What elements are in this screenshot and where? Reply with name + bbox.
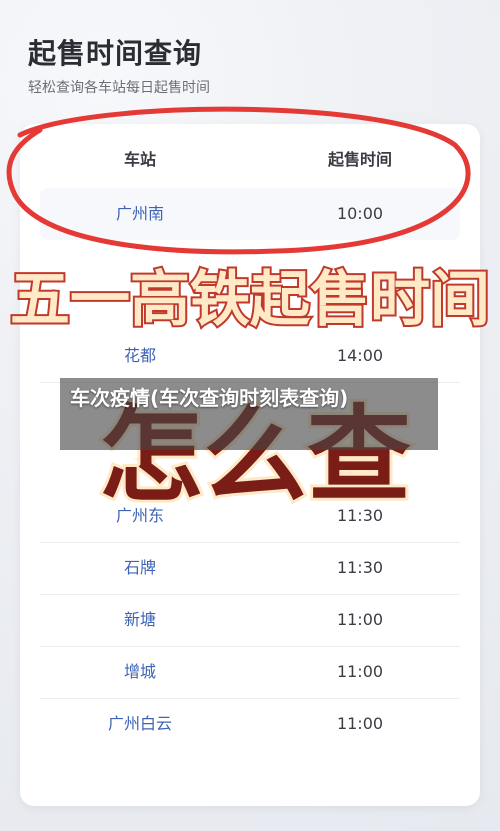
sale-time: 11:00	[336, 610, 384, 629]
sale-time: 11:30	[336, 558, 384, 577]
station-name: 广州白云	[107, 714, 172, 733]
table-row[interactable]: 广州白云 11:00	[40, 698, 460, 750]
sale-time: 11:00	[336, 662, 384, 681]
page-title: 起售时间查询	[28, 37, 203, 70]
table-row[interactable]: 新塘 11:00	[40, 594, 460, 647]
table-row[interactable]: 增城 11:00	[40, 646, 460, 699]
table-row[interactable]: 石牌 11:30	[40, 542, 460, 595]
highlight-circle	[6, 106, 471, 255]
station-name: 增城	[123, 662, 156, 681]
station-name: 石牌	[123, 558, 156, 577]
promo-banner: 五一高铁起售时间	[8, 263, 492, 337]
page-subtitle: 轻松查询各车站每日起售时间	[28, 80, 210, 96]
banner-text: 五一高铁起售时间	[10, 265, 490, 335]
station-name: 新塘	[123, 610, 156, 629]
sale-time: 11:00	[336, 714, 384, 733]
caption-text: 车次疫情(车次查询时刻表查询)	[70, 386, 349, 410]
